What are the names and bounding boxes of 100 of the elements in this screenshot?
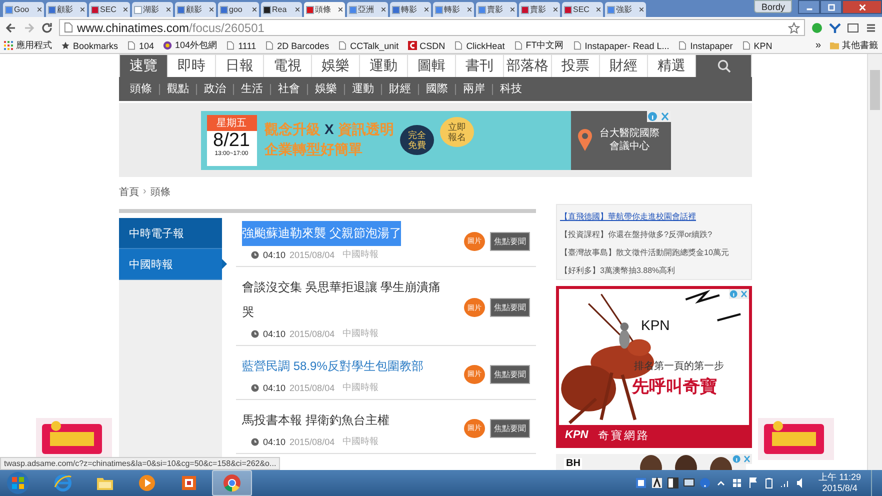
- bookmark[interactable]: CSDN: [408, 40, 446, 50]
- site-icon: [91, 6, 99, 14]
- category-tag[interactable]: 焦點要聞: [490, 364, 530, 384]
- close-icon[interactable]: [381, 7, 386, 12]
- ad-banner[interactable]: BH: [556, 454, 752, 470]
- browser-tab[interactable]: 頭條: [304, 2, 345, 17]
- close-button[interactable]: [842, 0, 882, 14]
- menu-icon[interactable]: [865, 22, 877, 34]
- nav-tab[interactable]: 速覽: [120, 55, 168, 77]
- search-button[interactable]: [696, 55, 751, 77]
- browser-tab[interactable]: SEC: [89, 2, 130, 17]
- browser-tab[interactable]: 湖影: [132, 2, 173, 17]
- other-bookmarks[interactable]: 其他書籤: [830, 39, 878, 52]
- extension-icon[interactable]: [829, 22, 841, 34]
- subnav-link[interactable]: 頭條: [123, 84, 159, 94]
- maximize-button[interactable]: [820, 0, 842, 14]
- subnav-link[interactable]: 科技: [492, 84, 529, 94]
- close-icon[interactable]: [553, 7, 558, 12]
- subnav-link[interactable]: 政治: [196, 84, 233, 94]
- headline-link[interactable]: 會談沒交集 吳思華拒退讓 學生崩潰痛哭: [242, 275, 447, 325]
- minimize-button[interactable]: [798, 0, 820, 14]
- promo-link[interactable]: 【好利多】3萬澳幣抽3.88%高利: [560, 265, 748, 276]
- subnav-link[interactable]: 娛樂: [307, 84, 344, 94]
- star-icon[interactable]: [788, 22, 800, 34]
- close-icon[interactable]: [252, 7, 257, 12]
- clock[interactable]: 上午 11:29 2015/8/4: [818, 472, 861, 494]
- close-icon[interactable]: [424, 7, 429, 12]
- address-bar[interactable]: www.chinatimes.com/focus/260501: [59, 19, 805, 36]
- reload-icon[interactable]: [41, 22, 53, 34]
- browser-tab[interactable]: 賣影: [519, 2, 560, 17]
- close-icon[interactable]: [295, 7, 300, 12]
- subnav-link[interactable]: 財經: [381, 84, 418, 94]
- bookmark[interactable]: FT中文网: [514, 39, 564, 52]
- breadcrumb-link[interactable]: 首頁: [119, 184, 139, 198]
- windows-icon[interactable]: [730, 477, 743, 489]
- category-tag[interactable]: 焦點要聞: [490, 232, 530, 250]
- close-icon[interactable]: [80, 7, 85, 12]
- close-icon[interactable]: [639, 7, 644, 12]
- tray-icon[interactable]: [650, 477, 663, 489]
- browser-tab[interactable]: 亞洲: [347, 2, 388, 17]
- bookmark[interactable]: ClickHeat: [454, 40, 505, 50]
- subnav-link[interactable]: 國際: [418, 84, 455, 94]
- subnav-link[interactable]: 運動: [344, 84, 381, 94]
- start-button[interactable]: [6, 471, 30, 495]
- promo-link[interactable]: 【直飛德國】華航帶你走進校園會話裡: [560, 211, 748, 222]
- browser-tab[interactable]: 顧影: [175, 2, 216, 17]
- close-icon[interactable]: [596, 7, 601, 12]
- promo-link[interactable]: 【臺灣故事島】散文徵件活動開跑總獎金10萬元: [560, 247, 748, 258]
- bookmark[interactable]: 1111: [226, 40, 256, 50]
- time-text: 04:10: [263, 436, 286, 446]
- scrollbar[interactable]: [867, 54, 882, 470]
- close-icon[interactable]: [209, 7, 214, 12]
- bookmark[interactable]: 2D Barcodes: [265, 40, 330, 50]
- category-tag[interactable]: 焦點要聞: [490, 298, 530, 317]
- browser-tab[interactable]: Rea: [261, 2, 302, 17]
- promo-link[interactable]: 【投資課程】你還在盤持做多?反彈or續跌?: [560, 229, 748, 240]
- taskbar-app[interactable]: [212, 470, 252, 496]
- nav-tab[interactable]: 部落格: [504, 55, 552, 77]
- browser-tab[interactable]: 轉影: [390, 2, 431, 17]
- speech-bubble[interactable]: 立即報名: [440, 117, 474, 147]
- bookmark[interactable]: Instapaper- Read L...: [572, 40, 670, 50]
- subnav-link[interactable]: 觀點: [159, 84, 196, 94]
- browser-tab[interactable]: SEC: [562, 2, 603, 17]
- tray-icon[interactable]: [634, 477, 647, 489]
- close-icon[interactable]: [338, 7, 343, 12]
- more-bookmarks-button[interactable]: »: [815, 40, 821, 51]
- bookmark[interactable]: Instapaper: [678, 40, 733, 50]
- subnav-link[interactable]: 社會: [270, 84, 307, 94]
- bookmark[interactable]: 104外包網: [163, 39, 218, 52]
- battery-icon[interactable]: [762, 477, 775, 489]
- tray-icon[interactable]: [682, 477, 695, 489]
- browser-tab[interactable]: 強影: [605, 2, 646, 17]
- browser-tab[interactable]: goo: [218, 2, 259, 17]
- profile-button[interactable]: Bordy: [754, 0, 792, 13]
- sidebar-label: 中時電子報: [129, 226, 184, 240]
- bookmark[interactable]: KPN: [742, 40, 772, 50]
- subnav-link[interactable]: 生活: [233, 84, 270, 94]
- bookmark[interactable]: CCTalk_unit: [338, 40, 399, 50]
- browser-tab[interactable]: Goo: [3, 2, 44, 17]
- sidebar-item[interactable]: 中時電子報: [119, 218, 222, 249]
- browser-tab[interactable]: 轉影: [433, 2, 474, 17]
- close-icon[interactable]: [37, 7, 42, 12]
- extension-icon[interactable]: [811, 22, 823, 34]
- category-tag[interactable]: 焦點要聞: [490, 418, 530, 438]
- browser-tab[interactable]: 顧影: [46, 2, 87, 17]
- flag-icon[interactable]: [746, 477, 759, 489]
- headline-link[interactable]: 藍營民調 58.9%反對學生包圍教部: [242, 354, 424, 379]
- bookmark[interactable]: 104: [127, 40, 154, 50]
- close-icon[interactable]: [123, 7, 128, 12]
- close-icon[interactable]: [166, 7, 171, 12]
- cast-icon[interactable]: [847, 22, 859, 34]
- close-icon[interactable]: [467, 7, 472, 12]
- bookmark[interactable]: 應用程式: [4, 39, 52, 52]
- subnav-link[interactable]: 兩岸: [455, 84, 492, 94]
- tray-icon[interactable]: [666, 477, 679, 489]
- headline-link[interactable]: 馬投書本報 捍衛釣魚台主權: [242, 408, 390, 433]
- bookmark[interactable]: Bookmarks: [61, 40, 118, 50]
- back-icon[interactable]: [5, 22, 17, 34]
- close-icon[interactable]: [510, 7, 515, 12]
- browser-tab[interactable]: 賣影: [476, 2, 517, 17]
